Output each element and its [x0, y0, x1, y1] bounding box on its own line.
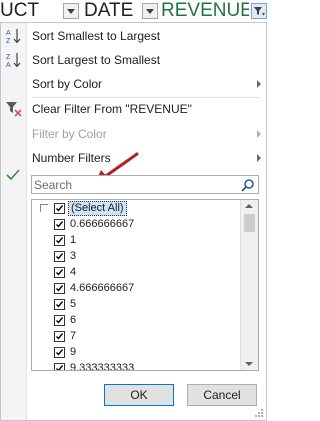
scroll-up-arrow-icon[interactable] — [245, 204, 253, 208]
menu-item-clear-filter[interactable]: Clear Filter From "REVENUE" — [1, 97, 266, 121]
sort-ascending-label: Sort Smallest to Largest — [32, 29, 161, 43]
list-item-label: 6 — [70, 314, 77, 326]
filter-applied-check-icon — [6, 169, 20, 181]
column-header-revenue: REVENUE — [161, 0, 249, 21]
checkmark-icon — [55, 349, 64, 356]
checkmark-icon — [55, 269, 64, 276]
revenue-filter-active-button[interactable] — [251, 3, 267, 19]
list-item-label: 7 — [70, 330, 77, 342]
menu-item-filter-by-color: Filter by Color — [1, 122, 266, 146]
checkbox[interactable] — [54, 283, 65, 294]
list-item[interactable]: 4.666666667 — [54, 281, 234, 296]
checkbox[interactable] — [54, 315, 65, 326]
checkbox[interactable] — [54, 331, 65, 342]
checkmark-icon — [55, 237, 64, 244]
list-item[interactable]: 0.666666667 — [54, 217, 234, 232]
product-filter-dropdown-button[interactable] — [63, 3, 79, 19]
column-header-product: UCT — [0, 0, 40, 21]
list-item-label: 4 — [70, 266, 77, 278]
checkbox[interactable] — [54, 347, 65, 358]
resize-grip-icon[interactable] — [254, 408, 264, 418]
ok-button[interactable]: OK — [104, 384, 174, 406]
sort-ascending-icon: A Z — [6, 29, 21, 45]
sort-descending-label: Sort Largest to Smallest — [32, 53, 161, 67]
list-item-label: 3 — [70, 250, 77, 262]
svg-text:A: A — [6, 30, 11, 37]
checkmark-icon — [55, 333, 64, 340]
checkmark-icon — [55, 365, 64, 370]
svg-text:Z: Z — [6, 54, 11, 61]
clear-filter-label: Clear Filter From "REVENUE" — [32, 102, 192, 116]
menu-item-sort-by-color[interactable]: Sort by Color — [1, 72, 266, 96]
dropdown-arrow-icon — [146, 9, 154, 14]
submenu-arrow-icon — [257, 154, 261, 162]
tree-expander-icon — [40, 204, 48, 212]
select-all-item[interactable]: (Select All) — [54, 201, 234, 216]
checkbox[interactable] — [54, 299, 65, 310]
list-item[interactable]: 7 — [54, 329, 234, 344]
list-item[interactable]: 6 — [54, 313, 234, 328]
scroll-down-arrow-icon[interactable] — [245, 362, 253, 366]
column-header-date: DATE — [84, 0, 134, 21]
cancel-button[interactable]: Cancel — [187, 384, 257, 406]
checkmark-icon — [55, 221, 64, 228]
list-item-label: 1 — [70, 234, 77, 246]
svg-text:A: A — [6, 62, 11, 69]
filter-by-color-label: Filter by Color — [32, 127, 107, 141]
submenu-arrow-icon — [257, 80, 261, 88]
autofilter-menu: A Z Sort Smallest to Largest Z A Sort La… — [0, 22, 267, 421]
checkbox[interactable] — [54, 235, 65, 246]
list-item-label: 4.666666667 — [70, 282, 135, 294]
checkmark-icon — [55, 317, 64, 324]
list-item-label: 0.666666667 — [70, 218, 135, 230]
filter-funnel-icon — [254, 7, 265, 16]
checkmark-icon — [55, 253, 64, 260]
scroll-thumb[interactable] — [244, 214, 255, 232]
list-item[interactable]: 9.333333333 — [54, 361, 234, 371]
list-item[interactable]: 9 — [54, 345, 234, 360]
checkmark-icon — [55, 205, 64, 212]
checkbox[interactable] — [54, 363, 65, 370]
dropdown-arrow-icon — [67, 9, 75, 14]
menu-item-sort-descending[interactable]: Z A Sort Largest to Smallest — [1, 48, 266, 72]
menu-item-sort-ascending[interactable]: A Z Sort Smallest to Largest — [1, 24, 266, 48]
checkbox[interactable] — [54, 251, 65, 262]
checkmark-icon — [55, 301, 64, 308]
filter-values-list: (Select All) 0.666666667 1 3 4 4.666666667 5 6 7… — [31, 199, 259, 371]
list-item-label: 5 — [70, 298, 77, 310]
svg-text:Z: Z — [6, 38, 11, 45]
list-item-label: 9.333333333 — [70, 362, 135, 371]
list-item-label: 9 — [70, 346, 77, 358]
list-item[interactable]: 1 — [54, 233, 234, 248]
search-icon — [241, 179, 254, 192]
list-item[interactable]: 3 — [54, 249, 234, 264]
search-box[interactable] — [31, 175, 259, 194]
submenu-arrow-icon — [257, 130, 261, 138]
clear-filter-icon — [6, 102, 22, 117]
checkbox[interactable] — [54, 219, 65, 230]
sort-by-color-label: Sort by Color — [32, 77, 103, 91]
checkbox[interactable] — [54, 203, 65, 214]
column-header-row: UCT DATE REVENUE — [0, 0, 267, 23]
checkbox[interactable] — [54, 267, 65, 278]
search-input[interactable] — [34, 177, 234, 192]
list-scrollbar[interactable] — [240, 200, 258, 370]
list-item-label: (Select All) — [68, 201, 127, 216]
sort-descending-icon: Z A — [6, 53, 21, 69]
list-item[interactable]: 4 — [54, 265, 234, 280]
list-item[interactable]: 5 — [54, 297, 234, 312]
date-filter-dropdown-button[interactable] — [142, 3, 158, 19]
checkmark-icon — [55, 285, 64, 292]
